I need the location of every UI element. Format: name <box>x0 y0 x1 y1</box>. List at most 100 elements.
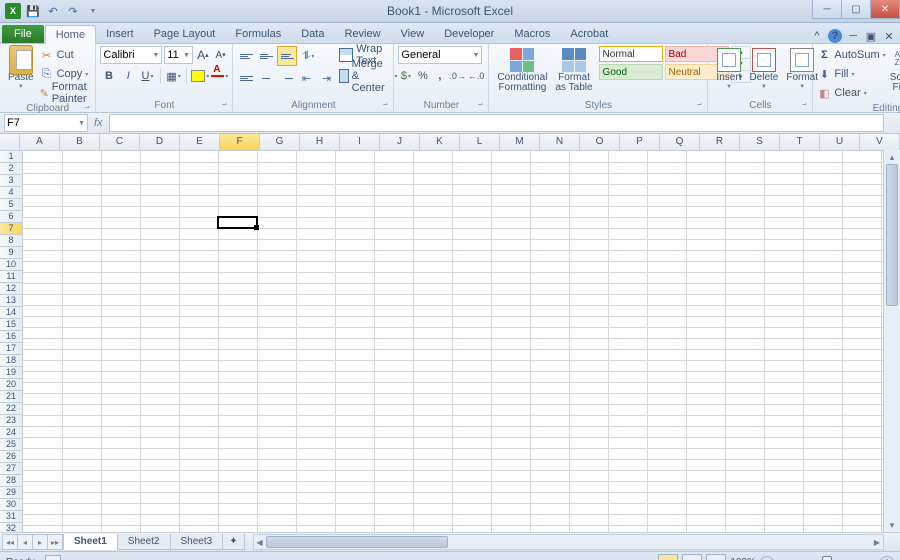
col-header-J[interactable]: J <box>380 134 420 150</box>
col-header-N[interactable]: N <box>540 134 580 150</box>
cut-button[interactable]: ✂Cut <box>40 46 92 64</box>
sheet-tab-sheet3[interactable]: Sheet3 <box>170 534 224 550</box>
col-header-A[interactable]: A <box>20 134 60 150</box>
zoom-out-button[interactable]: − <box>760 556 774 560</box>
font-name-select[interactable]: Calibri▼ <box>100 46 162 64</box>
new-sheet-button[interactable]: ✦ <box>222 534 244 550</box>
row-header-16[interactable]: 16 <box>0 331 22 343</box>
tab-developer[interactable]: Developer <box>434 25 504 43</box>
row-header-1[interactable]: 1 <box>0 151 22 163</box>
row-header-9[interactable]: 9 <box>0 247 22 259</box>
bold-button[interactable]: B <box>100 67 117 85</box>
scroll-left-icon[interactable]: ◀ <box>254 535 266 549</box>
cell-style-normal[interactable]: Normal <box>599 46 663 62</box>
row-header-14[interactable]: 14 <box>0 307 22 319</box>
select-all-corner[interactable] <box>0 134 20 150</box>
row-header-5[interactable]: 5 <box>0 199 22 211</box>
col-header-B[interactable]: B <box>60 134 100 150</box>
row-header-17[interactable]: 17 <box>0 343 22 355</box>
row-header-10[interactable]: 10 <box>0 259 22 271</box>
row-header-13[interactable]: 13 <box>0 295 22 307</box>
row-header-19[interactable]: 19 <box>0 367 22 379</box>
tab-data[interactable]: Data <box>291 25 334 43</box>
save-icon[interactable]: 💾 <box>24 2 42 20</box>
page-break-view-button[interactable] <box>706 554 726 560</box>
scroll-down-icon[interactable]: ▼ <box>884 518 900 532</box>
row-header-32[interactable]: 32 <box>0 523 22 532</box>
conditional-formatting-button[interactable]: Conditional Formatting <box>493 46 551 95</box>
col-header-M[interactable]: M <box>500 134 540 150</box>
percent-button[interactable]: % <box>415 67 430 85</box>
delete-cells-button[interactable]: Delete▼ <box>745 46 782 92</box>
tab-page-layout[interactable]: Page Layout <box>144 25 226 43</box>
col-header-L[interactable]: L <box>460 134 500 150</box>
workbook-close-icon[interactable]: ✕ <box>882 29 896 43</box>
hscroll-thumb[interactable] <box>266 536 448 548</box>
font-color-button[interactable] <box>211 67 228 85</box>
vscroll-thumb[interactable] <box>886 164 898 306</box>
row-header-8[interactable]: 8 <box>0 235 22 247</box>
col-header-Q[interactable]: Q <box>660 134 700 150</box>
col-header-P[interactable]: P <box>620 134 660 150</box>
row-header-7[interactable]: 7 <box>0 223 22 235</box>
row-header-28[interactable]: 28 <box>0 475 22 487</box>
col-header-D[interactable]: D <box>140 134 180 150</box>
sheet-tab-sheet2[interactable]: Sheet2 <box>117 534 171 550</box>
format-painter-button[interactable]: ✎Format Painter <box>40 84 92 102</box>
cell-style-good[interactable]: Good <box>599 64 663 80</box>
excel-icon[interactable]: X <box>4 2 22 20</box>
normal-view-button[interactable] <box>658 554 678 560</box>
sheet-nav-last[interactable]: ▸▸ <box>47 534 63 550</box>
row-header-30[interactable]: 30 <box>0 499 22 511</box>
row-header-3[interactable]: 3 <box>0 175 22 187</box>
name-box[interactable]: F7▼ <box>4 114 88 132</box>
tab-view[interactable]: View <box>391 25 435 43</box>
tab-acrobat[interactable]: Acrobat <box>560 25 618 43</box>
row-header-11[interactable]: 11 <box>0 271 22 283</box>
workbook-minimize-icon[interactable]: ─ <box>846 29 860 43</box>
align-right-button[interactable] <box>277 69 295 87</box>
comma-button[interactable]: , <box>432 67 447 85</box>
row-header-21[interactable]: 21 <box>0 391 22 403</box>
vertical-scrollbar[interactable]: ▲ ▼ <box>883 150 900 532</box>
row-header-22[interactable]: 22 <box>0 403 22 415</box>
font-size-select[interactable]: 11▼ <box>164 46 193 64</box>
row-header-25[interactable]: 25 <box>0 439 22 451</box>
tab-review[interactable]: Review <box>334 25 390 43</box>
row-header-20[interactable]: 20 <box>0 379 22 391</box>
fill-handle[interactable] <box>254 225 259 230</box>
tab-home[interactable]: Home <box>45 25 96 44</box>
col-header-F[interactable]: F <box>220 134 260 150</box>
minimize-button[interactable]: ─ <box>812 0 842 19</box>
row-header-2[interactable]: 2 <box>0 163 22 175</box>
cells-area[interactable] <box>23 151 900 532</box>
fill-button[interactable]: ⬇Fill▾ <box>817 65 885 83</box>
sheet-nav-first[interactable]: ◂◂ <box>2 534 18 550</box>
border-button[interactable]: ▦ <box>165 67 182 85</box>
decrease-decimal-button[interactable]: ←.0 <box>468 67 485 85</box>
fill-color-button[interactable] <box>191 67 209 85</box>
minimize-ribbon-icon[interactable]: ^ <box>810 29 824 43</box>
col-header-V[interactable]: V <box>860 134 900 150</box>
col-header-U[interactable]: U <box>820 134 860 150</box>
qat-dropdown-icon[interactable]: ▼ <box>84 2 102 20</box>
align-center-button[interactable] <box>257 69 275 87</box>
maximize-button[interactable]: ▢ <box>841 0 871 19</box>
col-header-G[interactable]: G <box>260 134 300 150</box>
fx-icon[interactable]: fx <box>94 117 103 129</box>
col-header-T[interactable]: T <box>780 134 820 150</box>
tab-macros[interactable]: Macros <box>504 25 560 43</box>
scroll-right-icon[interactable]: ▶ <box>871 535 883 549</box>
horizontal-scrollbar[interactable]: ◀ ▶ <box>253 534 884 550</box>
tab-formulas[interactable]: Formulas <box>225 25 291 43</box>
number-format-select[interactable]: General▼ <box>398 46 482 64</box>
row-header-4[interactable]: 4 <box>0 187 22 199</box>
increase-decimal-button[interactable]: .0→ <box>449 67 466 85</box>
zoom-knob[interactable] <box>822 556 832 560</box>
workbook-restore-icon[interactable]: ▣ <box>864 29 878 43</box>
row-header-24[interactable]: 24 <box>0 427 22 439</box>
sheet-nav-prev[interactable]: ◂ <box>17 534 33 550</box>
sort-filter-button[interactable]: Sort & Filter <box>886 46 900 95</box>
orientation-button[interactable]: ⥮ <box>299 47 317 65</box>
zoom-level[interactable]: 100% <box>730 557 756 560</box>
